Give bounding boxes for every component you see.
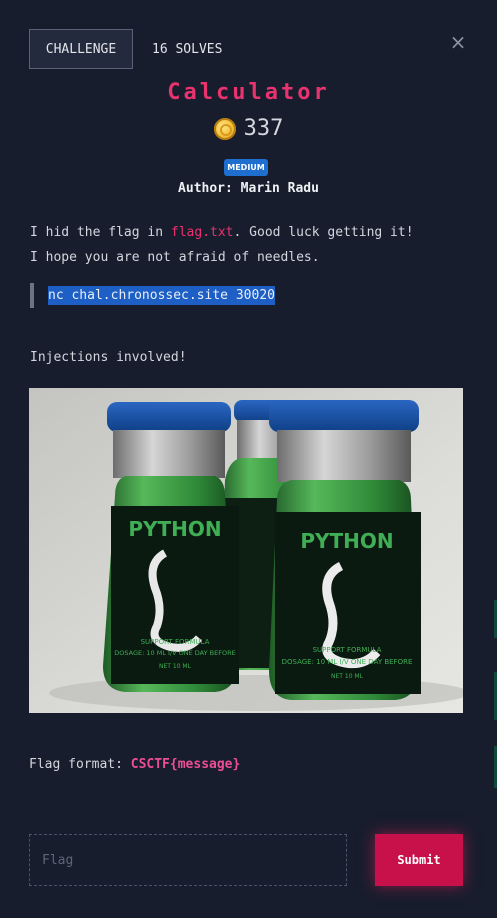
close-icon[interactable]: × — [448, 30, 468, 54]
bottle-label: PYTHON — [128, 517, 221, 541]
challenge-image: PYTHON SUPPORT FORMULA DOSAGE: 10 ML I/V… — [29, 388, 463, 713]
bottle-dosage-text: DOSAGE: 10 ML I/V ONE DAY BEFORE — [114, 649, 235, 657]
challenge-title: Calculator — [167, 80, 330, 105]
command-block: nc chal.chronossec.site 30020 — [30, 283, 275, 308]
bottle-label: PYTHON — [300, 529, 393, 553]
points-value: 337 — [243, 116, 284, 141]
hint-text: Injections involved! — [30, 350, 187, 365]
difficulty-badge: MEDIUM — [224, 159, 268, 176]
description: I hid the flag in flag.txt. Good luck ge… — [30, 220, 414, 270]
tab-challenge[interactable]: CHALLENGE — [29, 29, 133, 69]
file-highlight: flag.txt — [170, 225, 234, 240]
bottle-small-text: SUPPORT FORMULA — [141, 638, 210, 646]
bottle-small-text: SUPPORT FORMULA — [313, 646, 382, 654]
flag-format: Flag format: CSCTF{message} — [29, 757, 240, 772]
command-text[interactable]: nc chal.chronossec.site 30020 — [48, 286, 275, 305]
flag-input[interactable] — [29, 834, 347, 886]
tab-solves[interactable]: 16 SOLVES — [152, 29, 222, 69]
bottle-net-text: NET 10 ML — [159, 663, 192, 670]
flag-format-label: Flag format: — [29, 757, 131, 772]
flag-format-value: CSCTF{message} — [130, 757, 241, 772]
coin-icon — [213, 117, 236, 140]
bottle-dosage-text: DOSAGE: 10 ML I/V ONE DAY BEFORE — [282, 658, 413, 666]
submit-button[interactable]: Submit — [375, 834, 463, 886]
bottle-net-text: NET 10 ML — [331, 673, 364, 680]
points-display: 337 — [0, 116, 497, 141]
description-line-2: I hope you are not afraid of needles. — [30, 250, 320, 265]
description-line-1: I hid the flag in flag.txt. Good luck ge… — [30, 225, 414, 240]
author: Author: Marin Radu — [178, 181, 319, 196]
